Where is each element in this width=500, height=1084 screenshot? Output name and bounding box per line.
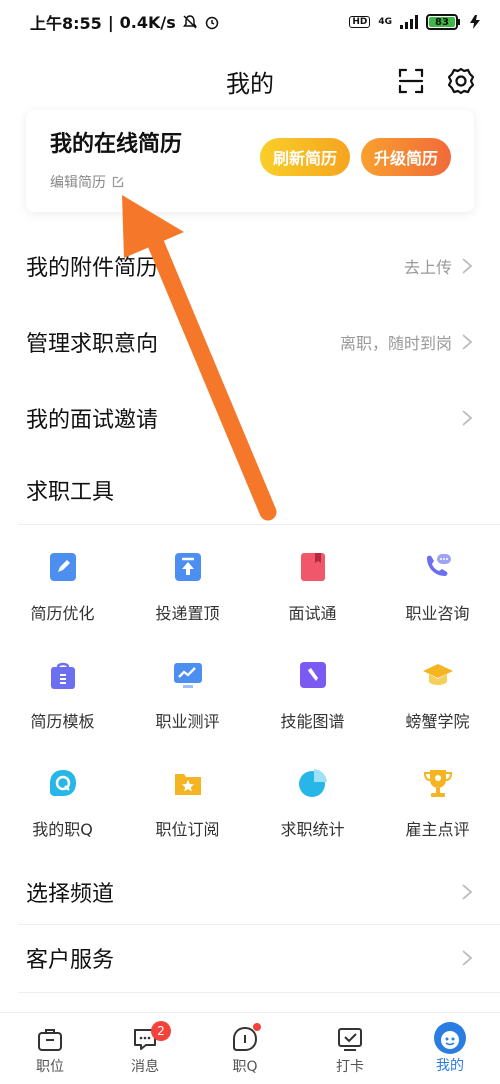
select-channel-row[interactable]: 选择频道 [0,862,500,922]
attachment-resume-row[interactable]: 我的附件简历 去上传 [0,236,500,296]
resume-optimize-icon [49,553,76,581]
job-intention-row[interactable]: 管理求职意向 离职，随时到岗 [0,312,500,372]
online-resume-title: 我的在线简历 [50,132,183,157]
tab-messages[interactable]: 2 消息 [95,1013,195,1084]
job-tools-header: 求职工具 [0,460,500,520]
tool-label: 职位订阅 [155,820,220,839]
tool-label: 技能图谱 [280,712,345,731]
tab-label: 消息 [131,1059,159,1075]
interview-book-icon [300,553,325,581]
row-extra: 离职，随时到岗 [339,334,452,353]
star-folder-icon [174,774,201,795]
avatar [434,1022,466,1054]
template-bag-icon [50,662,75,689]
monitor-chart-icon [173,663,202,688]
hd-icon: HD [349,16,371,28]
tool-job-subscribe[interactable]: 职位订阅 [125,766,250,840]
tool-label: 职业测评 [155,712,220,731]
status-time: 上午8:55 [30,14,102,33]
upgrade-resume-button[interactable]: 升级简历 [361,138,451,176]
tool-career-consult[interactable]: 职业咨询 [375,550,500,624]
tool-label: 我的职Q [32,820,93,839]
refresh-resume-button[interactable]: 刷新简历 [260,138,350,176]
tool-resume-template[interactable]: 简历模板 [0,658,125,732]
row-label: 客户服务 [26,948,115,973]
tool-skill-map[interactable]: 技能图谱 [250,658,375,732]
gear-icon[interactable] [446,66,476,96]
tool-label: 求职统计 [280,820,345,839]
chevron-right-icon [462,334,473,350]
online-resume-card[interactable]: 我的在线简历 编辑简历 刷新简历 升级简历 [26,110,474,212]
customer-service-row[interactable]: 客户服务 [0,928,500,988]
section-title: 求职工具 [26,480,115,505]
network-label: 4G [378,17,392,27]
bottom-tab-bar: 职位 2 消息 职Q 打卡 我的 [0,1012,500,1084]
tab-mine[interactable]: 我的 [400,1013,500,1084]
battery-level: 83 [429,17,455,28]
tool-crab-academy[interactable]: 螃蟹学院 [375,658,500,732]
tool-job-stats[interactable]: 求职统计 [250,766,375,840]
phone-chat-icon [426,554,451,576]
row-label: 管理求职意向 [26,332,159,357]
tab-checkin[interactable]: 打卡 [300,1013,400,1084]
chevron-right-icon [462,410,473,426]
divider [18,924,500,925]
pie-chart-icon [298,769,327,797]
q-bubble-icon [49,770,76,796]
tool-employer-review[interactable]: 雇主点评 [375,766,500,840]
row-extra: 去上传 [403,258,452,277]
tool-career-assessment[interactable]: 职业测评 [125,658,250,732]
tool-label: 雇主点评 [405,820,470,839]
chevron-right-icon [462,884,473,900]
charging-icon [470,15,480,29]
tab-label: 我的 [436,1058,464,1074]
interview-invitation-row[interactable]: 我的面试邀请 [0,388,500,448]
tool-label: 面试通 [288,604,337,623]
skill-map-icon [299,662,326,688]
battery-icon: 83 [426,14,460,30]
graduation-cap-icon [422,664,453,685]
scan-icon[interactable] [396,66,426,96]
message-badge: 2 [151,1021,171,1041]
divider [18,524,500,525]
tool-label: 职业咨询 [405,604,470,623]
status-bar: 上午8:55 | 0.4K/s HD 4G 83 [0,0,500,44]
checkin-monitor-icon [338,1028,362,1051]
status-separator: | [107,12,114,32]
tool-pin-top[interactable]: 投递置顶 [125,550,250,624]
tab-jobs[interactable]: 职位 [0,1013,100,1084]
mute-bell-icon [182,15,197,29]
divider [18,992,500,993]
tool-interview[interactable]: 面试通 [250,550,375,624]
tool-label: 简历模板 [30,712,95,731]
trophy-icon [423,770,452,797]
chevron-right-icon [462,950,473,966]
alarm-icon [205,16,219,30]
zhiq-notification-dot [253,1023,261,1031]
tool-label: 螃蟹学院 [405,712,470,731]
tool-label: 简历优化 [30,604,95,623]
tab-label: 职位 [36,1059,64,1075]
chevron-right-icon [462,258,473,274]
row-label: 我的附件简历 [26,256,159,281]
tab-zhiq[interactable]: 职Q [195,1013,295,1084]
tool-resume-optimize[interactable]: 简历优化 [0,550,125,624]
briefcase-icon [38,1029,62,1051]
tab-label: 打卡 [336,1059,364,1075]
edit-icon [112,176,124,188]
tool-my-q[interactable]: 我的职Q [0,766,125,840]
signal-icon [400,15,418,29]
title-bar: 我的 [0,50,500,110]
pin-top-icon [174,553,201,581]
tab-label: 职Q [232,1059,258,1075]
tool-label: 投递置顶 [155,604,220,623]
status-speed: 0.4K/s [119,12,176,32]
row-label: 选择频道 [26,882,115,907]
edit-resume-label: 编辑简历 [50,175,106,191]
row-label: 我的面试邀请 [26,408,159,433]
edit-resume-link[interactable]: 编辑简历 [50,172,124,192]
